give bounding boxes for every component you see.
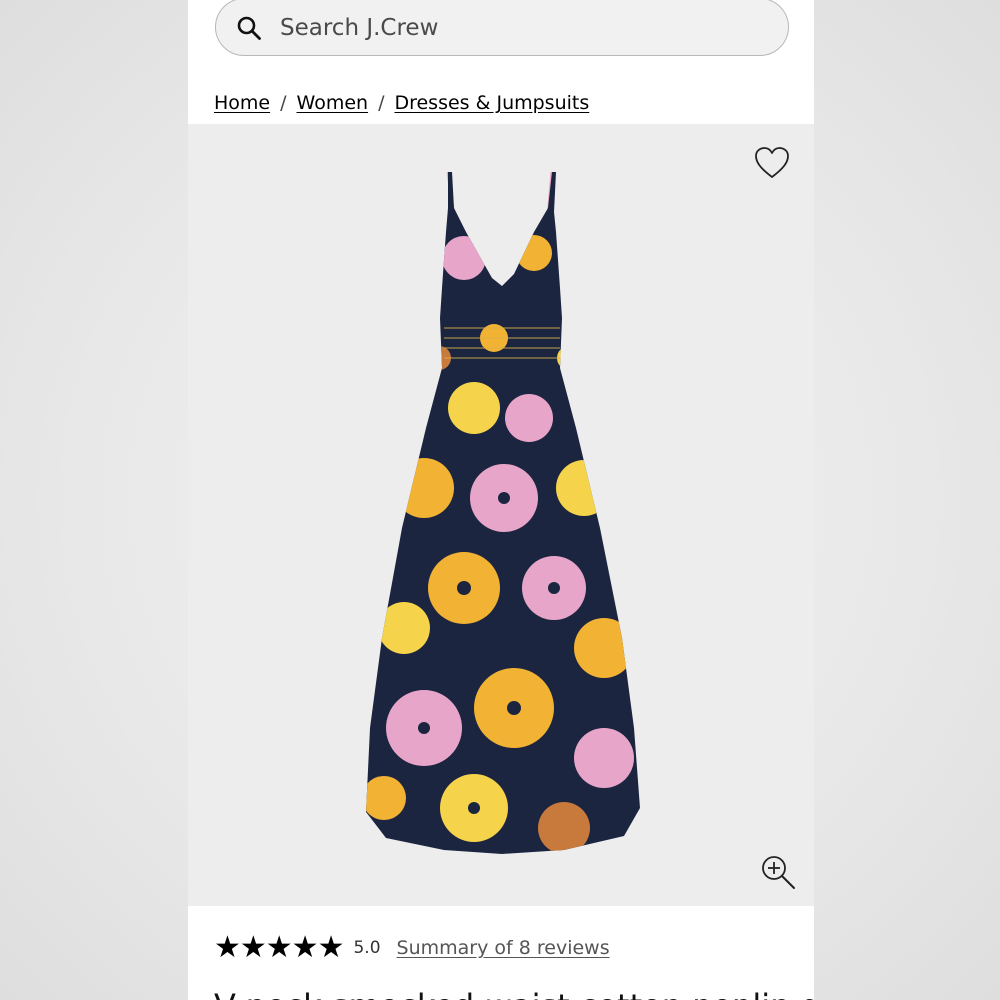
breadcrumb-dresses-jumpsuits[interactable]: Dresses & Jumpsuits xyxy=(394,92,589,114)
product-title-text: V-neck smocked-waist cotton poplin dress xyxy=(214,988,814,1000)
product-image-area[interactable] xyxy=(188,124,814,906)
breadcrumb-women[interactable]: Women xyxy=(297,92,369,114)
search-icon[interactable] xyxy=(236,15,262,41)
rating-score: 5.0 xyxy=(353,938,381,958)
search-bar[interactable] xyxy=(215,0,789,56)
breadcrumb-separator: / xyxy=(280,92,287,114)
heart-icon[interactable] xyxy=(754,146,790,180)
star-rating-icon: ★★★★★ xyxy=(214,930,344,965)
breadcrumb-home[interactable]: Home xyxy=(214,92,270,114)
product-rating: ★★★★★ 5.0 Summary of 8 reviews xyxy=(214,930,610,966)
zoom-in-icon[interactable] xyxy=(760,854,798,892)
product-title: V-neck smocked-waist cotton poplin dress xyxy=(214,988,814,1000)
breadcrumb: Home / Women / Dresses & Jumpsuits xyxy=(214,88,589,118)
product-page: Home / Women / Dresses & Jumpsuits xyxy=(188,0,814,1000)
reviews-summary-link[interactable]: Summary of 8 reviews xyxy=(397,937,610,959)
breadcrumb-separator: / xyxy=(378,92,385,114)
search-input[interactable] xyxy=(278,7,762,49)
product-image-dress xyxy=(366,171,640,854)
